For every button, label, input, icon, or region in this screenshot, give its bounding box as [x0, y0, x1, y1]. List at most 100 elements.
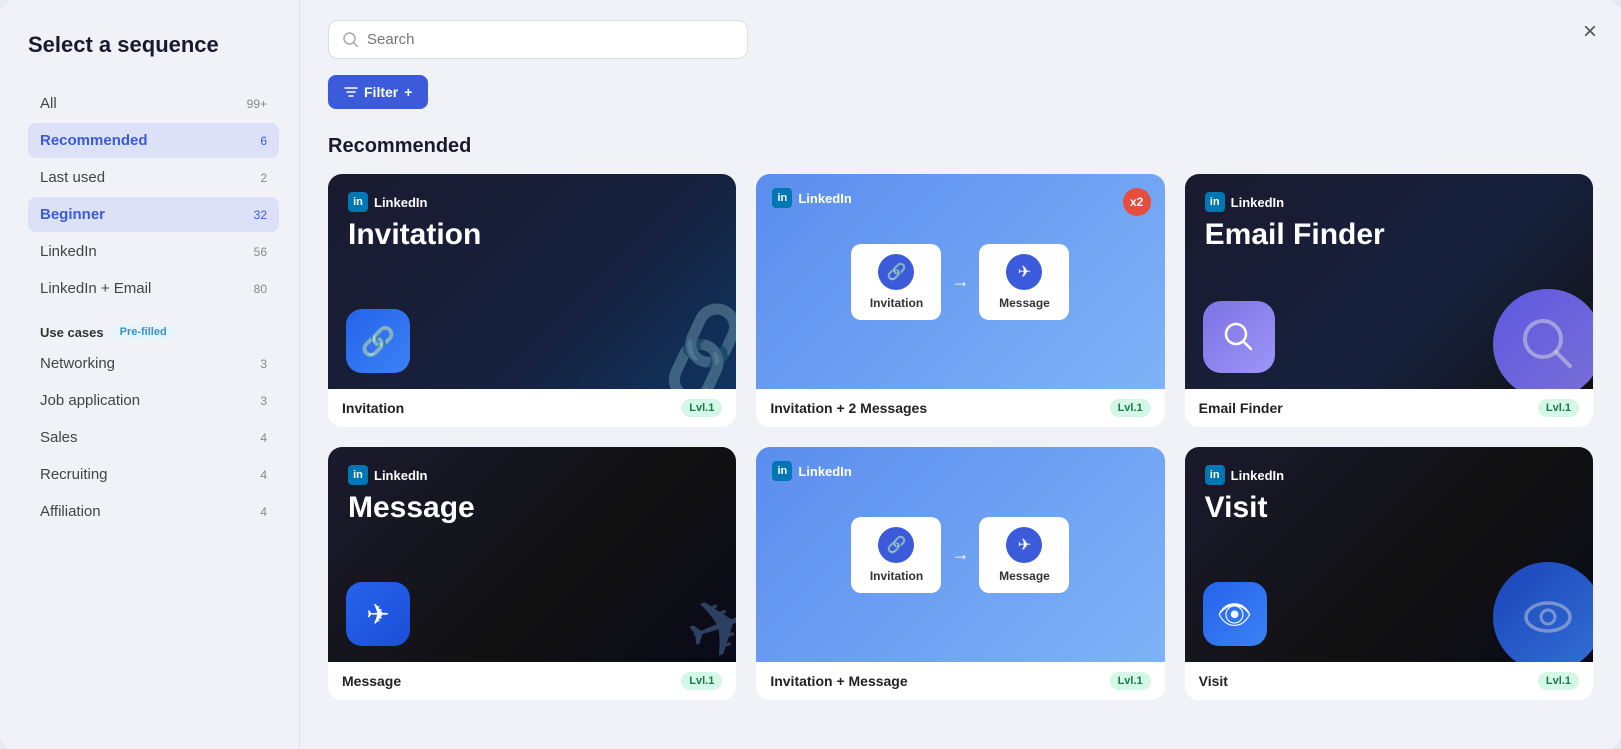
card-label: Email Finder: [1199, 400, 1283, 416]
card-image-invitation: in LinkedIn Invitation 🔗 🔗: [328, 174, 736, 389]
sidebar-item-label: Recommended: [40, 132, 148, 149]
sidebar-item-all[interactable]: All 99+: [28, 86, 279, 121]
chain-decoration: 🔗: [642, 293, 737, 389]
linkedin-logo: in: [348, 465, 368, 485]
x2-badge: x2: [1123, 188, 1151, 216]
card-image-visit: in LinkedIn Visit 👁: [1185, 447, 1593, 662]
sidebar-item-label: Recruiting: [40, 466, 108, 483]
linkedin-logo: in: [772, 188, 792, 208]
sidebar-item-count: 4: [260, 505, 267, 519]
mini-card-label: Message: [999, 296, 1050, 310]
sidebar-item-beginner[interactable]: Beginner 32: [28, 197, 279, 232]
sidebar-item-count: 4: [260, 468, 267, 482]
chain-decoration: ✈: [673, 572, 736, 662]
card-title: Message: [348, 491, 716, 525]
card-label: Invitation: [342, 400, 404, 416]
sidebar: Select a sequence All 99+ Recommended 6 …: [0, 0, 300, 749]
card-footer: Message Lvl.1: [328, 662, 736, 700]
level-badge: Lvl.1: [1110, 672, 1151, 690]
eye-deco-icon: [1521, 590, 1575, 644]
sidebar-item-count: 3: [260, 357, 267, 371]
sidebar-item-linkedin-email[interactable]: LinkedIn + Email 80: [28, 271, 279, 306]
card-image-message: in LinkedIn Message ✈ ✈: [328, 447, 736, 662]
card-footer: Invitation + Message Lvl.1: [756, 662, 1164, 700]
mini-card-message: ✈ Message: [979, 244, 1069, 320]
level-badge: Lvl.1: [1538, 399, 1579, 417]
modal: Select a sequence All 99+ Recommended 6 …: [0, 0, 1621, 749]
filter-button[interactable]: Filter +: [328, 75, 428, 109]
mini-card-invitation: 🔗 Invitation: [851, 517, 941, 593]
filter-label: Filter: [364, 84, 398, 100]
filter-icon: [344, 85, 358, 99]
sidebar-item-last-used[interactable]: Last used 2: [28, 160, 279, 195]
message-icon: ✈: [346, 582, 410, 646]
linkedin-logo: in: [348, 192, 368, 212]
card-label: Invitation + 2 Messages: [770, 400, 927, 416]
search-icon: [343, 32, 359, 48]
card-email-finder[interactable]: in LinkedIn Email Finder: [1185, 174, 1593, 427]
arrow-icon: →: [951, 271, 969, 292]
sidebar-item-job-application[interactable]: Job application 3: [28, 383, 279, 418]
level-badge: Lvl.1: [681, 672, 722, 690]
card-image-two-step: in LinkedIn x2 🔗 Invitation → ✈ Message: [756, 174, 1164, 389]
message-mini-icon: ✈: [1006, 527, 1042, 563]
magnifier-icon: [1221, 319, 1257, 355]
card-footer: Invitation Lvl.1: [328, 389, 736, 427]
sidebar-item-label: LinkedIn: [40, 243, 97, 260]
invitation-icon: 🔗: [346, 309, 410, 373]
sidebar-item-label: Affiliation: [40, 503, 101, 520]
search-finder-icon: [1203, 301, 1275, 373]
card-label: Visit: [1199, 673, 1228, 689]
linkedin-label: in LinkedIn: [772, 188, 851, 208]
card-image-inv-msg: in LinkedIn 🔗 Invitation → ✈ Message: [756, 447, 1164, 662]
sidebar-item-sales[interactable]: Sales 4: [28, 420, 279, 455]
search-box[interactable]: [328, 20, 748, 59]
sidebar-item-recommended[interactable]: Recommended 6: [28, 123, 279, 158]
card-footer: Email Finder Lvl.1: [1185, 389, 1593, 427]
invitation-mini-icon: 🔗: [878, 527, 914, 563]
card-label: Invitation + Message: [770, 673, 907, 689]
sidebar-item-linkedin[interactable]: LinkedIn 56: [28, 234, 279, 269]
search-input[interactable]: [367, 31, 733, 48]
linkedin-label: in LinkedIn: [1205, 192, 1573, 212]
section-title: Recommended: [328, 135, 1593, 158]
mini-card-label: Invitation: [870, 569, 923, 583]
sidebar-item-label: Beginner: [40, 206, 105, 223]
arrow-icon: →: [951, 544, 969, 565]
modal-title: Select a sequence: [28, 32, 279, 58]
main-header: [328, 20, 1593, 59]
pre-filled-badge: Pre-filled: [112, 324, 175, 340]
sidebar-item-label: LinkedIn + Email: [40, 280, 151, 297]
two-step-cards: 🔗 Invitation → ✈ Message: [851, 244, 1069, 320]
sidebar-item-count: 56: [254, 245, 267, 259]
card-title: Invitation: [348, 218, 716, 252]
sidebar-item-label: Sales: [40, 429, 78, 446]
sidebar-item-count: 6: [260, 134, 267, 148]
linkedin-label: in LinkedIn: [348, 465, 716, 485]
card-footer: Invitation + 2 Messages Lvl.1: [756, 389, 1164, 427]
close-button[interactable]: ×: [1583, 20, 1597, 44]
mini-card-label: Message: [999, 569, 1050, 583]
message-mini-icon: ✈: [1006, 254, 1042, 290]
card-invitation[interactable]: in LinkedIn Invitation 🔗 🔗 Invitation Lv…: [328, 174, 736, 427]
linkedin-label: in LinkedIn: [772, 461, 851, 481]
card-visit[interactable]: in LinkedIn Visit 👁 Visit Lvl.1: [1185, 447, 1593, 700]
sidebar-item-networking[interactable]: Networking 3: [28, 346, 279, 381]
sidebar-item-count: 32: [254, 208, 267, 222]
card-title: Visit: [1205, 491, 1573, 525]
sidebar-item-count: 4: [260, 431, 267, 445]
sidebar-item-label: All: [40, 95, 57, 112]
mini-card-invitation: 🔗 Invitation: [851, 244, 941, 320]
card-footer: Visit Lvl.1: [1185, 662, 1593, 700]
mini-card-message: ✈ Message: [979, 517, 1069, 593]
card-message[interactable]: in LinkedIn Message ✈ ✈ Message Lvl.1: [328, 447, 736, 700]
linkedin-logo: in: [1205, 192, 1225, 212]
search-deco: [1493, 289, 1593, 389]
card-invitation-2-messages[interactable]: in LinkedIn x2 🔗 Invitation → ✈ Message: [756, 174, 1164, 427]
sidebar-item-recruiting[interactable]: Recruiting 4: [28, 457, 279, 492]
use-cases-label: Use cases Pre-filled: [40, 324, 279, 340]
sidebar-item-label: Last used: [40, 169, 105, 186]
sidebar-item-label: Job application: [40, 392, 140, 409]
card-invitation-message[interactable]: in LinkedIn 🔗 Invitation → ✈ Message: [756, 447, 1164, 700]
sidebar-item-affiliation[interactable]: Affiliation 4: [28, 494, 279, 529]
